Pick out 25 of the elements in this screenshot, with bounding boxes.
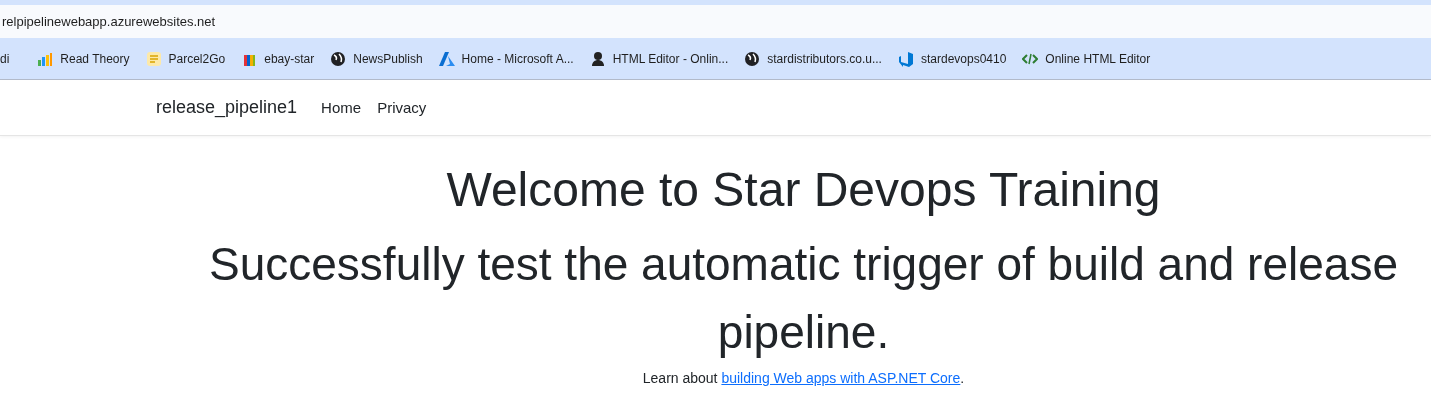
devops-logo-icon: [897, 50, 914, 67]
bar-chart-icon: [37, 50, 54, 67]
page-title: Welcome to Star Devops Training: [446, 162, 1161, 218]
nav-link[interactable]: Home: [321, 99, 362, 116]
note-icon: [145, 50, 162, 67]
docs-link[interactable]: building Web apps with ASP.NET Core: [721, 370, 961, 386]
bookmark[interactable]: Read Theory: [37, 50, 140, 67]
bookmark[interactable]: NewsPublish: [330, 50, 433, 67]
bookmark[interactable]: HTML Editor - Onlin...: [589, 50, 739, 67]
url-text[interactable]: relpipelinewebapp.azurewebsites.net: [2, 14, 216, 29]
globe-icon: [330, 50, 347, 67]
page-subtitle: Successfully test the automatic trigger of build and release pipeline.: [208, 237, 1399, 360]
bookmark[interactable]: di: [0, 51, 20, 66]
bookmark[interactable]: stardistributors.co.u...: [744, 50, 892, 67]
bookmark[interactable]: Online HTML Editor: [1022, 50, 1161, 67]
bookmark[interactable]: ebay-star: [241, 50, 325, 67]
person-icon: [589, 50, 606, 67]
azure-logo-icon: [438, 50, 455, 67]
nav-link[interactable]: Privacy: [377, 99, 427, 116]
learn-more-text: Learn about building Web apps with ASP.NET Core.: [642, 370, 965, 386]
brand-link[interactable]: release_pipeline1: [156, 97, 298, 118]
bookmark[interactable]: Parcel2Go: [145, 50, 236, 67]
bookmark[interactable]: stardevops0410: [897, 50, 1017, 67]
globe-icon: [744, 50, 761, 67]
bookmark[interactable]: Home - Microsoft A...: [438, 50, 584, 67]
